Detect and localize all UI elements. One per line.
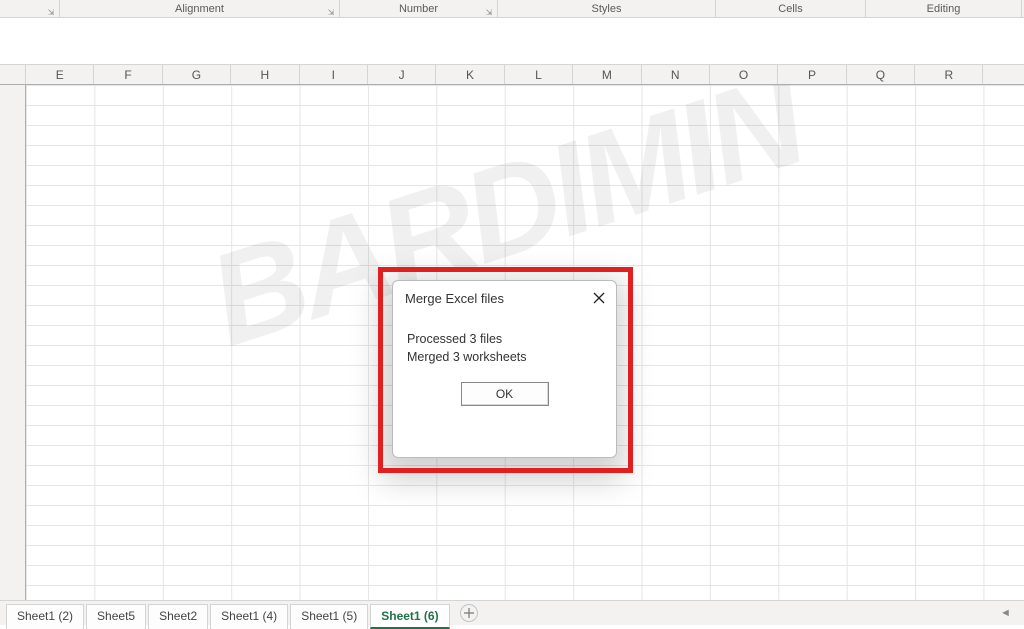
column-header-L[interactable]: L [505, 65, 573, 84]
column-header-K[interactable]: K [436, 65, 504, 84]
ribbon-group-alignment: Alignment ⇲ [60, 0, 340, 17]
ribbon-group-cells: Cells [716, 0, 866, 17]
new-sheet-button[interactable] [460, 604, 478, 622]
dialog-launcher-icon[interactable]: ⇲ [46, 7, 56, 17]
column-header-G[interactable]: G [163, 65, 231, 84]
column-header-J[interactable]: J [368, 65, 436, 84]
ribbon-group-label: Alignment [175, 3, 224, 15]
formula-bar-area [0, 18, 1024, 65]
column-header-O[interactable]: O [710, 65, 778, 84]
dialog-message-line2: Merged 3 worksheets [407, 349, 602, 367]
column-headers-row: EFGHIJKLMNOPQR [0, 65, 1024, 85]
column-header-E[interactable]: E [26, 65, 94, 84]
column-header-P[interactable]: P [778, 65, 846, 84]
select-all-corner[interactable] [0, 65, 26, 84]
column-header-H[interactable]: H [231, 65, 299, 84]
ribbon-group-label: Cells [778, 3, 802, 15]
merge-files-dialog: Merge Excel files Processed 3 files Merg… [392, 280, 617, 458]
ribbon-group-labels: ⇲ Alignment ⇲ Number ⇲ Styles Cells Editing [0, 0, 1024, 18]
close-icon[interactable] [590, 289, 608, 307]
dialog-title: Merge Excel files [405, 291, 590, 306]
sheet-tab-bar: Sheet1 (2)Sheet5Sheet2Sheet1 (4)Sheet1 (… [0, 600, 1024, 625]
column-header-I[interactable]: I [300, 65, 368, 84]
ok-button[interactable]: OK [461, 382, 549, 406]
column-header-N[interactable]: N [642, 65, 710, 84]
spreadsheet-grid[interactable]: BARDIMIN Merge Excel files Processed 3 f… [0, 85, 1024, 600]
dialog-footer: OK [393, 366, 616, 418]
ribbon-group-clip: ⇲ [0, 0, 60, 17]
dialog-launcher-icon[interactable]: ⇲ [484, 7, 494, 17]
ribbon-group-label: Styles [592, 3, 622, 15]
tab-scroll-left-icon[interactable]: ◄ [1000, 607, 1014, 619]
ribbon-group-label: Number [399, 3, 438, 15]
row-headers-column[interactable] [0, 85, 26, 600]
column-header-Q[interactable]: Q [847, 65, 915, 84]
column-header-F[interactable]: F [94, 65, 162, 84]
ribbon-group-styles: Styles [498, 0, 716, 17]
dialog-launcher-icon[interactable]: ⇲ [326, 7, 336, 17]
column-header-R[interactable]: R [915, 65, 983, 84]
dialog-body: Processed 3 files Merged 3 worksheets [393, 313, 616, 366]
column-header-M[interactable]: M [573, 65, 641, 84]
ribbon-group-editing: Editing [866, 0, 1022, 17]
ribbon-group-number: Number ⇲ [340, 0, 498, 17]
ribbon-group-label: Editing [927, 3, 961, 15]
dialog-message-line1: Processed 3 files [407, 331, 602, 349]
dialog-titlebar[interactable]: Merge Excel files [393, 281, 616, 313]
